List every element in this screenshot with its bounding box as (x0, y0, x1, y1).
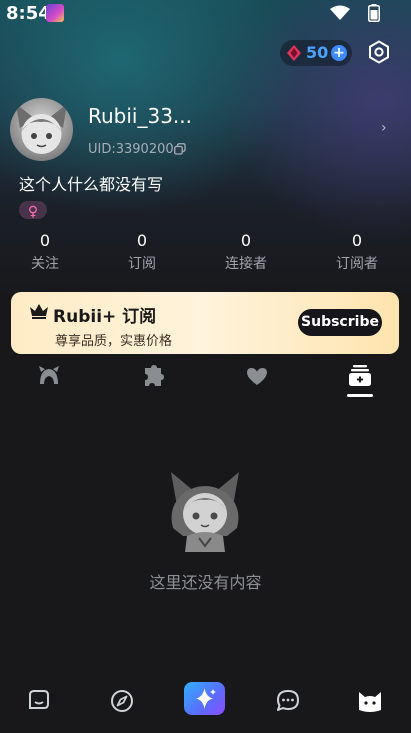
battery-icon (368, 4, 380, 22)
banner-title: Rubii+ 订阅 (53, 307, 157, 327)
avatar[interactable] (10, 98, 73, 161)
stat-following[interactable]: 0 关注 (5, 231, 85, 273)
status-bar: 8:54 (0, 0, 411, 26)
nav-explore[interactable] (107, 686, 137, 716)
username: Rubii_33... (88, 104, 193, 128)
app-notification-icon (46, 4, 64, 22)
avatar-character-icon (16, 104, 67, 154)
subscribe-button[interactable]: Subscribe (298, 309, 382, 336)
subscription-banner[interactable]: Rubii+ 订阅 尊享品质，实惠价格 Subscribe (11, 292, 399, 354)
stat-value: 0 (39, 231, 51, 250)
tab-plugins[interactable] (139, 364, 167, 388)
wifi-icon (330, 5, 350, 20)
copy-icon[interactable] (174, 143, 186, 155)
chevron-right-icon[interactable]: › (381, 120, 387, 136)
stat-label: 订阅者 (336, 256, 378, 272)
stat-label: 关注 (31, 256, 59, 272)
tab-favorites[interactable] (243, 364, 271, 388)
settings-icon[interactable] (367, 40, 391, 64)
nav-messages[interactable] (273, 686, 303, 716)
stat-label: 连接者 (225, 256, 267, 272)
empty-state-message: 这里还没有内容 (149, 573, 262, 592)
coin-count: 50 (306, 43, 329, 62)
crown-icon (30, 304, 48, 319)
tab-archive[interactable] (346, 364, 374, 388)
nav-create[interactable] (184, 682, 225, 715)
banner-subtitle: 尊享品质，实惠价格 (55, 334, 173, 349)
user-bio: 这个人什么都没有写 (19, 175, 164, 194)
empty-state-mascot-icon (171, 472, 239, 552)
tab-selected-indicator (347, 394, 373, 397)
cat-face-icon (359, 692, 381, 712)
nav-profile[interactable] (355, 686, 385, 716)
bottom-navigation (0, 672, 411, 733)
sparkle-icon (196, 688, 216, 709)
stat-connectors[interactable]: 0 连接者 (206, 231, 286, 273)
stat-value: 0 (240, 231, 252, 250)
puzzle-icon (145, 365, 164, 386)
stat-subscriptions[interactable]: 0 订阅 (102, 231, 182, 273)
stat-value: 0 (351, 231, 363, 250)
user-id: UID:3390200 (88, 142, 174, 157)
stat-label: 订阅 (128, 256, 156, 272)
status-time: 8:54 (6, 3, 51, 24)
nav-home[interactable] (24, 686, 54, 716)
gender-badge: ♀ (19, 201, 47, 220)
tab-characters[interactable] (35, 364, 63, 388)
compass-icon (111, 690, 133, 712)
female-icon: ♀ (27, 204, 39, 220)
add-coins-button[interactable]: + (331, 45, 347, 61)
stat-subscribers[interactable]: 0 订阅者 (317, 231, 397, 273)
chat-bubble-icon (29, 690, 49, 709)
character-icon (39, 366, 59, 384)
messages-icon (277, 690, 299, 711)
archive-icon (349, 365, 371, 386)
heart-icon (247, 368, 267, 385)
gem-icon (287, 45, 301, 61)
coin-balance[interactable]: 50 + (280, 40, 352, 66)
stat-value: 0 (136, 231, 148, 250)
